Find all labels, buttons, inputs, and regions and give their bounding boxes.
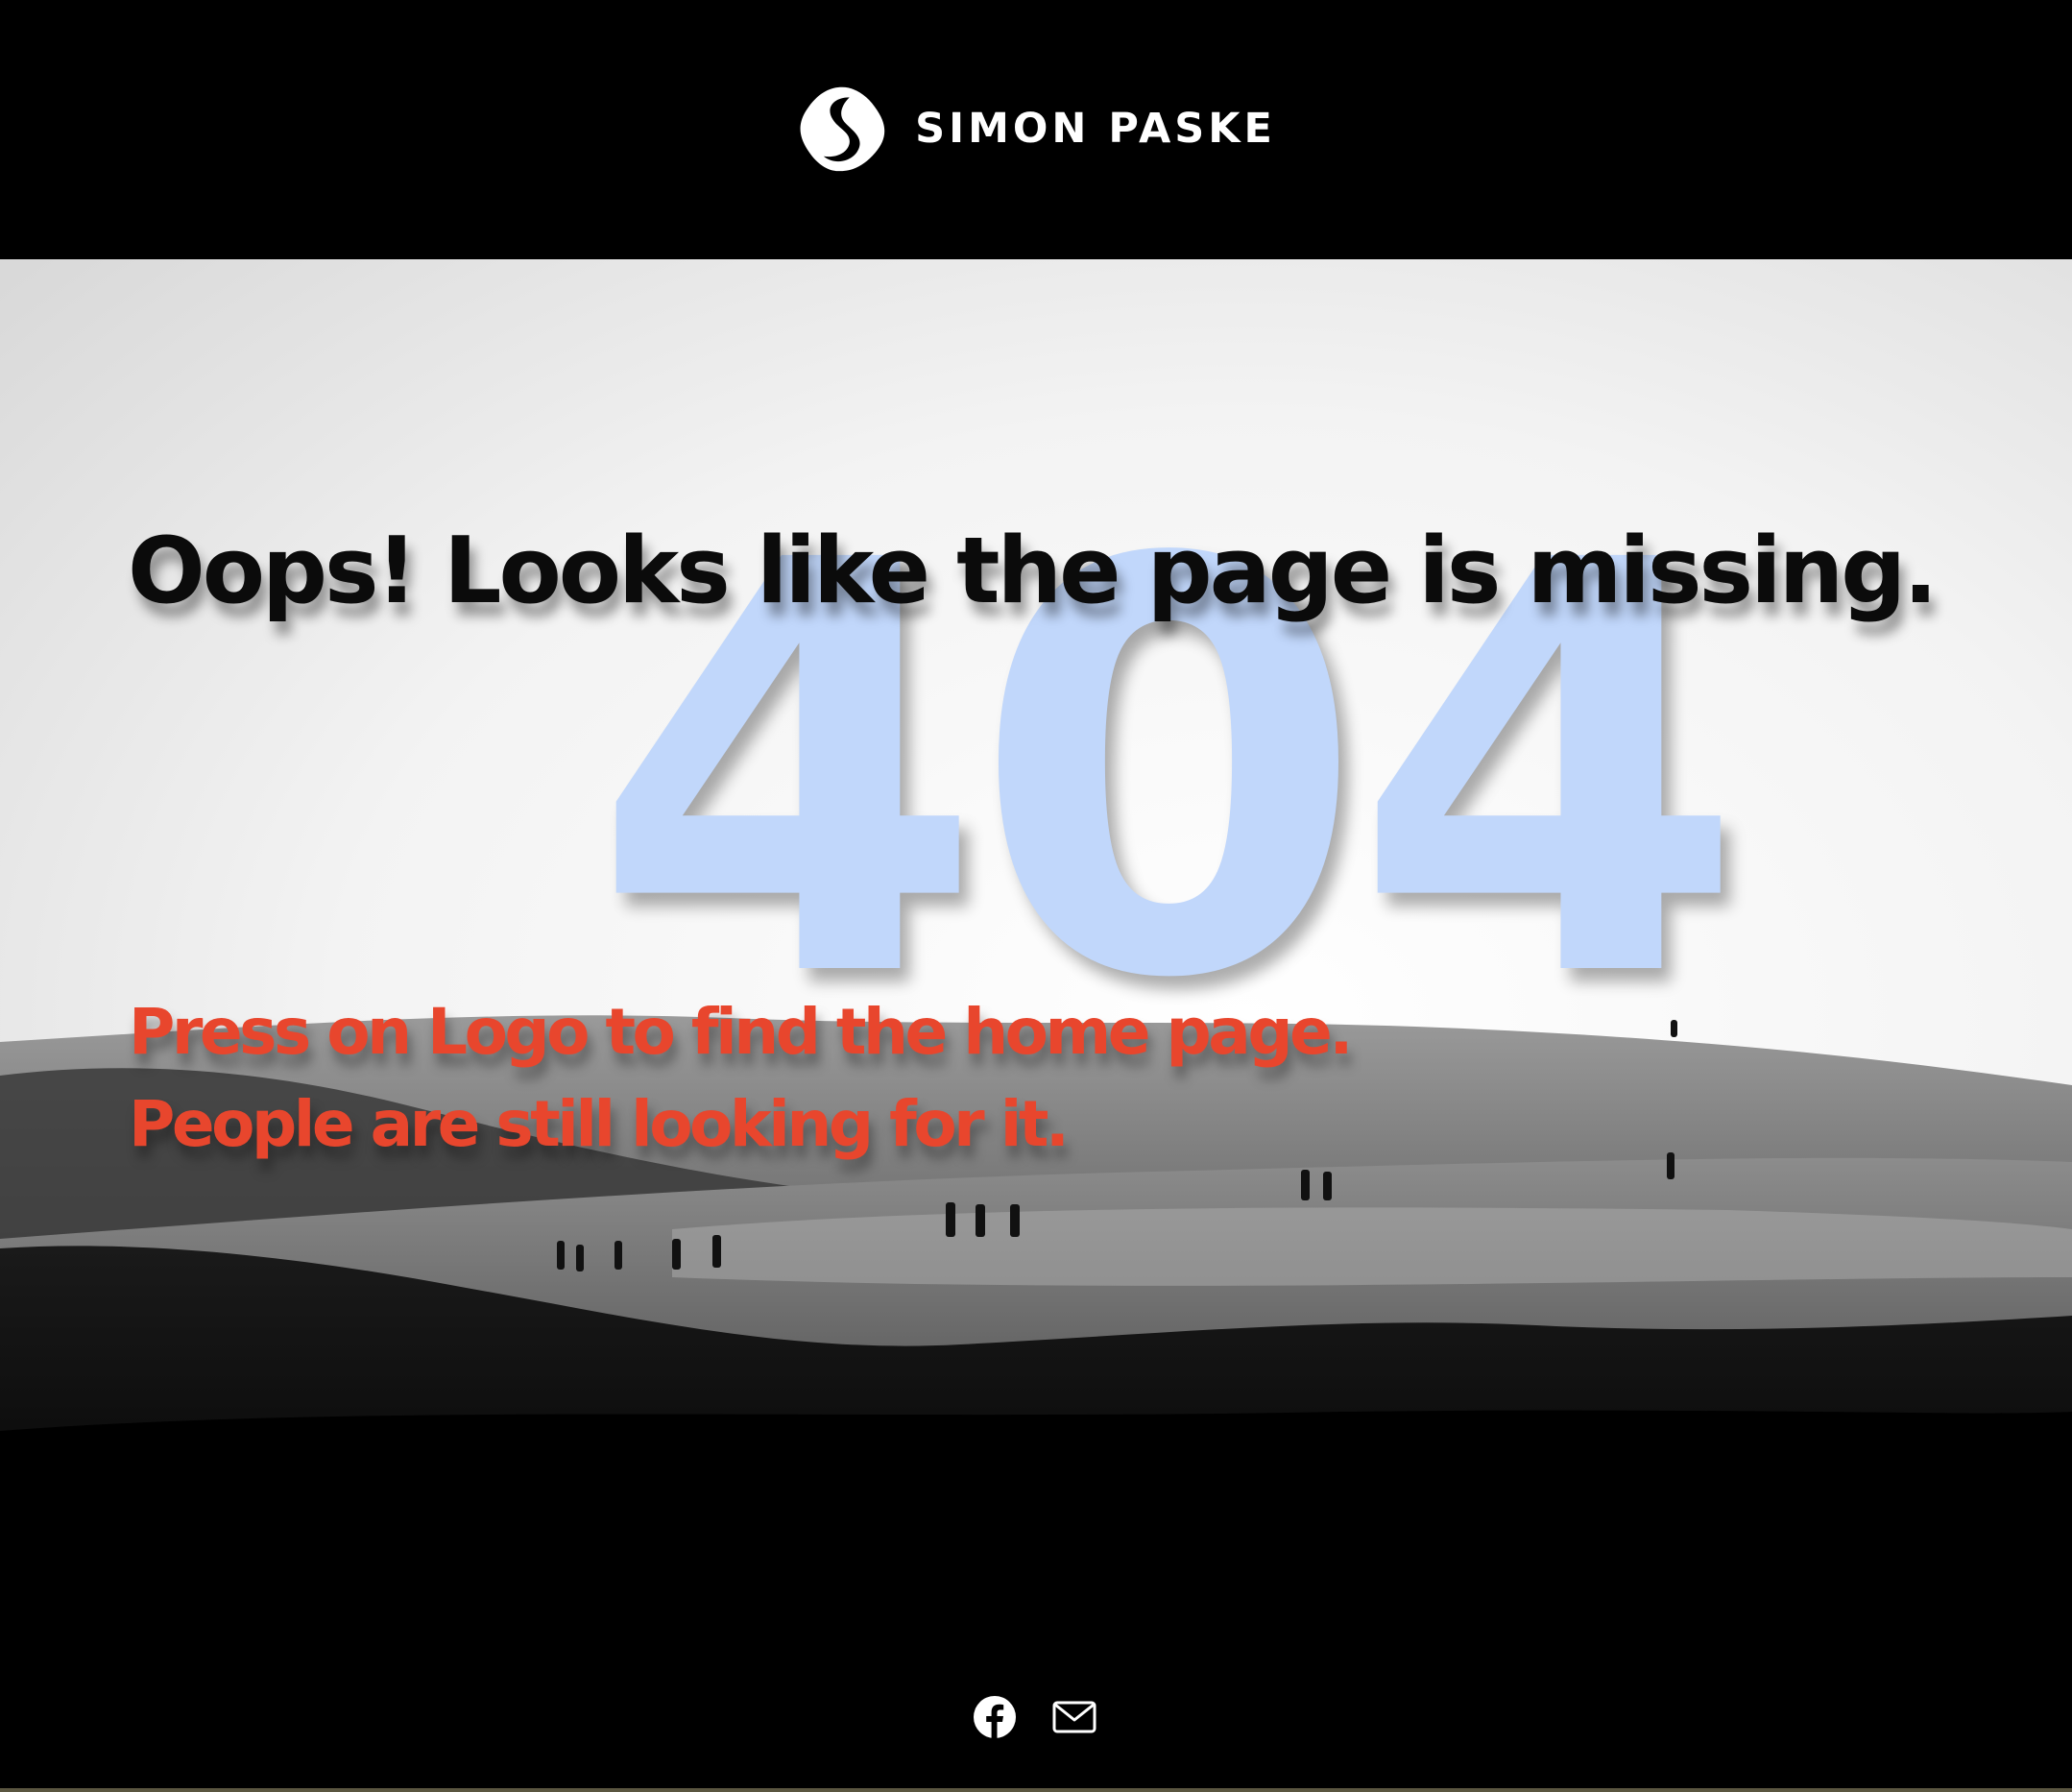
hero-section: 404 Oops! Looks like the page is missing… bbox=[0, 259, 2072, 1642]
site-header: SIMON PASKE bbox=[0, 0, 2072, 259]
brand-name: SIMON PASKE bbox=[915, 104, 1276, 153]
site-footer bbox=[0, 1642, 2072, 1792]
home-logo-link[interactable]: SIMON PASKE bbox=[796, 83, 1276, 175]
s-logo-icon bbox=[800, 86, 885, 171]
facebook-icon bbox=[974, 1696, 1016, 1738]
error-headline: Oops! Looks like the page is missing. bbox=[128, 519, 1938, 624]
error-instructions: Press on Logo to find the home page. Peo… bbox=[129, 986, 1353, 1171]
email-link[interactable] bbox=[1049, 1692, 1099, 1742]
bottom-strip bbox=[0, 1788, 2072, 1792]
instruction-line-2: People are still looking for it. bbox=[129, 1087, 1070, 1161]
instruction-line-1: Press on Logo to find the home page. bbox=[129, 995, 1353, 1069]
email-icon bbox=[1052, 1701, 1096, 1733]
facebook-link[interactable] bbox=[970, 1692, 1020, 1742]
